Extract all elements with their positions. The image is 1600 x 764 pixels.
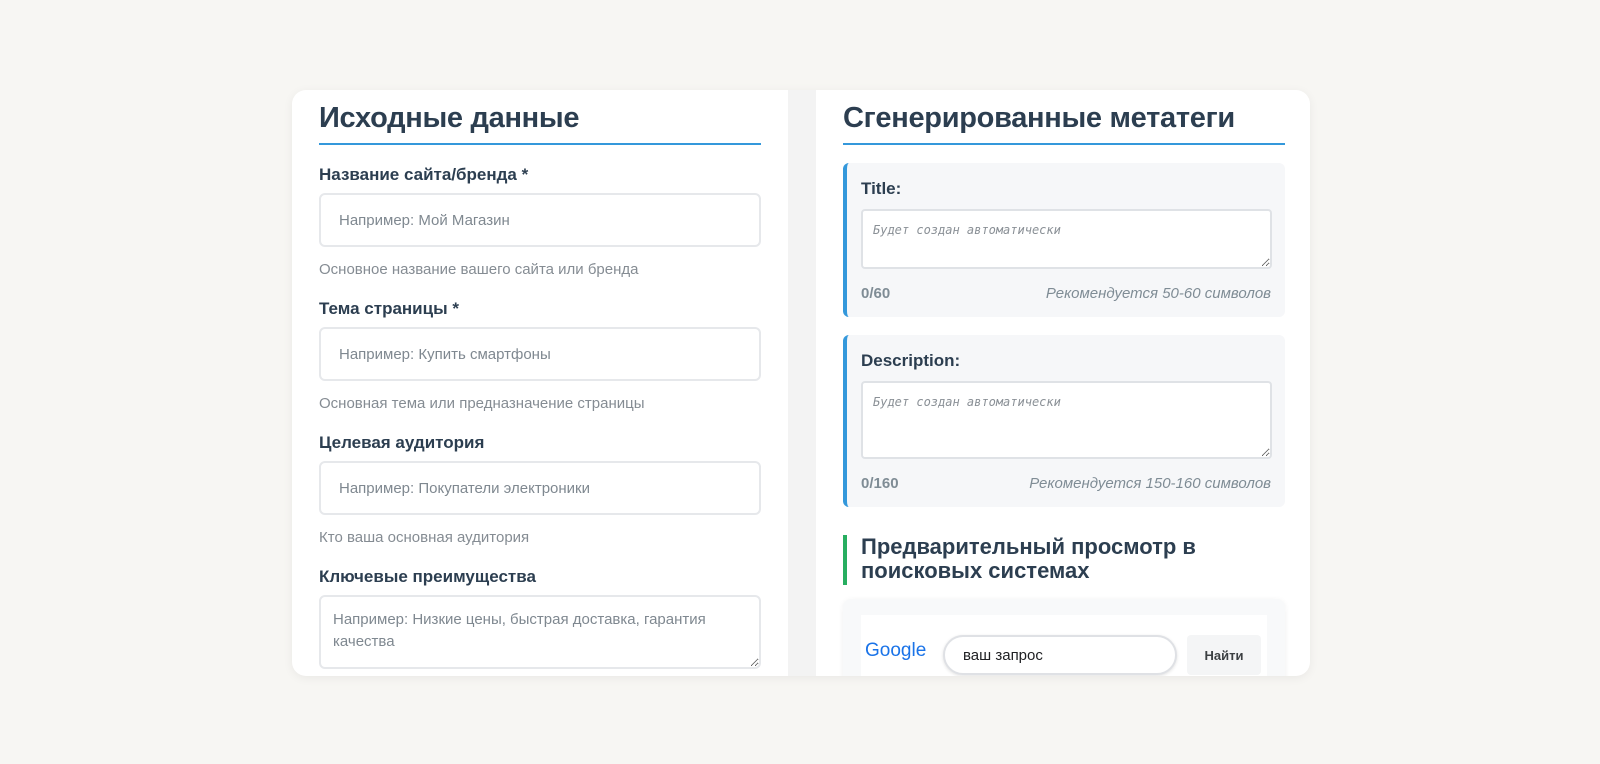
source-data-panel: Исходные данные Название сайта/бренда * …	[319, 90, 761, 676]
target-audience-hint: Кто ваша основная аудитория	[319, 529, 530, 546]
key-benefits-textarea[interactable]	[319, 595, 761, 669]
page-topic-hint: Основная тема или предназначение страниц…	[319, 395, 645, 412]
meta-title-label: Title:	[861, 179, 902, 198]
meta-title-counter: 0/60	[861, 284, 891, 302]
generated-meta-panel: Сгенерированные метатеги Title: 0/60 Рек…	[843, 90, 1285, 676]
meta-title-output[interactable]	[861, 209, 1272, 269]
search-bar: Google Найти	[861, 615, 1267, 676]
search-preview-title: Предварительный просмотр в поисковых сис…	[843, 535, 1285, 585]
meta-title-footer: 0/60 Рекомендуется 50-60 символов	[861, 283, 1271, 303]
column-divider	[788, 90, 816, 676]
search-query-input[interactable]	[943, 635, 1177, 675]
search-button[interactable]: Найти	[1187, 635, 1261, 675]
meta-description-output[interactable]	[861, 381, 1272, 459]
target-audience-input[interactable]	[319, 461, 761, 515]
meta-description-footer: 0/160 Рекомендуется 150-160 символов	[861, 473, 1271, 493]
site-name-input[interactable]	[319, 193, 761, 247]
meta-description-counter: 0/160	[861, 474, 899, 492]
meta-title-box: Title: 0/60 Рекомендуется 50-60 символов	[843, 163, 1285, 317]
meta-description-label: Description:	[861, 351, 961, 370]
site-name-hint: Основное название вашего сайта или бренд…	[319, 261, 639, 278]
search-preview-panel: Google Найти	[843, 599, 1285, 676]
site-name-label: Название сайта/бренда *	[319, 165, 529, 184]
meta-generator-card: Исходные данные Название сайта/бренда * …	[292, 90, 1310, 676]
target-audience-label: Целевая аудитория	[319, 433, 485, 452]
page-topic-label: Тема страницы *	[319, 299, 459, 318]
meta-description-recommendation: Рекомендуется 150-160 символов	[1029, 474, 1271, 492]
source-data-title: Исходные данные	[319, 90, 761, 145]
generated-meta-title: Сгенерированные метатеги	[843, 90, 1285, 145]
search-engine-logo: Google	[865, 640, 927, 661]
key-benefits-label: Ключевые преимущества	[319, 567, 536, 586]
page-topic-input[interactable]	[319, 327, 761, 381]
meta-description-box: Description: 0/160 Рекомендуется 150-160…	[843, 335, 1285, 507]
meta-title-recommendation: Рекомендуется 50-60 символов	[1045, 284, 1271, 302]
